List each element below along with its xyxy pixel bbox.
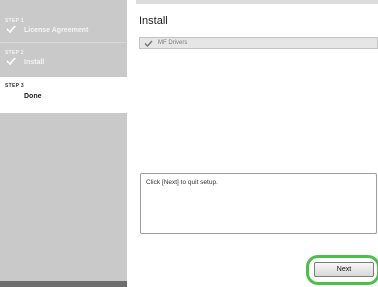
step-number: STEP 1 bbox=[5, 18, 24, 24]
sidebar-bottom-bar bbox=[0, 281, 127, 287]
page-title: Install bbox=[139, 15, 168, 27]
message-box: Click [Next] to quit setup. bbox=[140, 173, 377, 234]
next-button[interactable]: Next bbox=[314, 262, 374, 277]
check-icon bbox=[6, 25, 16, 33]
driver-label: MF Drivers bbox=[158, 40, 188, 46]
step-number: STEP 2 bbox=[5, 50, 24, 56]
step-license-agreement: STEP 1 License Agreement bbox=[0, 11, 127, 42]
steps-sidebar: STEP 1 License Agreement STEP 2 Install … bbox=[0, 0, 127, 287]
check-icon bbox=[6, 57, 16, 65]
message-text: Click [Next] to quit setup. bbox=[146, 179, 218, 186]
driver-item: MF Drivers bbox=[139, 37, 378, 49]
check-icon bbox=[144, 40, 153, 47]
step-title: License Agreement bbox=[24, 27, 89, 34]
step-title: Install bbox=[24, 59, 45, 66]
step-number: STEP 3 bbox=[5, 83, 24, 89]
top-strip bbox=[136, 0, 378, 4]
step-install: STEP 2 Install bbox=[0, 42, 127, 77]
step-done: STEP 3 Done bbox=[0, 77, 127, 113]
step-title: Done bbox=[24, 93, 42, 100]
